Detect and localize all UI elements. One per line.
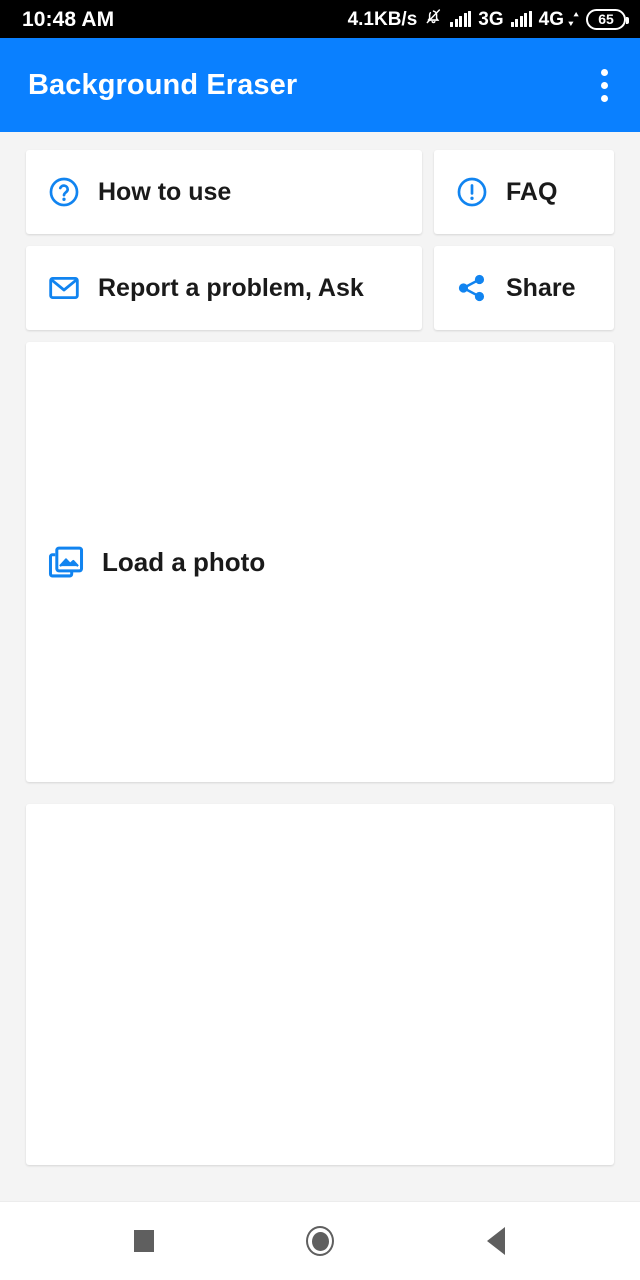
faq-button[interactable]: FAQ — [434, 150, 614, 234]
system-navigation-bar — [0, 1201, 640, 1280]
app-bar: Background Eraser — [0, 38, 640, 132]
bell-slash-icon — [424, 7, 443, 31]
share-label: Share — [506, 273, 576, 302]
network-speed-label: 4.1KB/s — [347, 8, 418, 30]
recents-button[interactable] — [115, 1212, 173, 1270]
faq-label: FAQ — [506, 177, 558, 206]
how-to-use-label: How to use — [98, 177, 232, 206]
data-transfer-icon — [568, 12, 579, 26]
status-bar: 10:48 AM 4.1KB/s 3G 4G 65 — [0, 0, 640, 38]
photo-library-icon — [46, 542, 86, 582]
mail-icon — [46, 270, 82, 306]
page-title: Background Eraser — [28, 68, 298, 101]
square-icon — [134, 1230, 154, 1252]
more-vertical-icon[interactable] — [591, 61, 618, 110]
circle-home-icon — [306, 1226, 334, 1256]
load-photo-label: Load a photo — [102, 546, 266, 577]
alert-circle-icon — [454, 174, 490, 210]
main-content: How to use FAQ Report a problem, Ask Sha… — [0, 132, 640, 1202]
signal-strength-icon-1 — [450, 11, 472, 27]
status-clock: 10:48 AM — [22, 7, 115, 31]
triangle-back-icon — [487, 1227, 505, 1255]
home-button[interactable] — [291, 1212, 349, 1270]
load-photo-button[interactable]: Load a photo — [26, 342, 614, 782]
network-type-label-2: 4G — [538, 8, 564, 30]
empty-content-card — [26, 804, 614, 1165]
status-icons-group: 4.1KB/s 3G 4G 65 — [347, 7, 629, 31]
report-problem-label: Report a problem, Ask — [98, 273, 364, 302]
menu-row-1: How to use FAQ — [26, 150, 614, 234]
share-button[interactable]: Share — [434, 246, 614, 330]
how-to-use-button[interactable]: How to use — [26, 150, 422, 234]
network-type-label-1: 3G — [478, 8, 504, 30]
help-circle-icon — [46, 174, 82, 210]
signal-strength-icon-2 — [510, 11, 532, 27]
back-button[interactable] — [467, 1212, 525, 1270]
battery-indicator: 65 — [586, 8, 629, 30]
report-problem-button[interactable]: Report a problem, Ask — [26, 246, 422, 330]
share-nodes-icon — [454, 270, 490, 306]
menu-row-2: Report a problem, Ask Share — [26, 246, 614, 330]
